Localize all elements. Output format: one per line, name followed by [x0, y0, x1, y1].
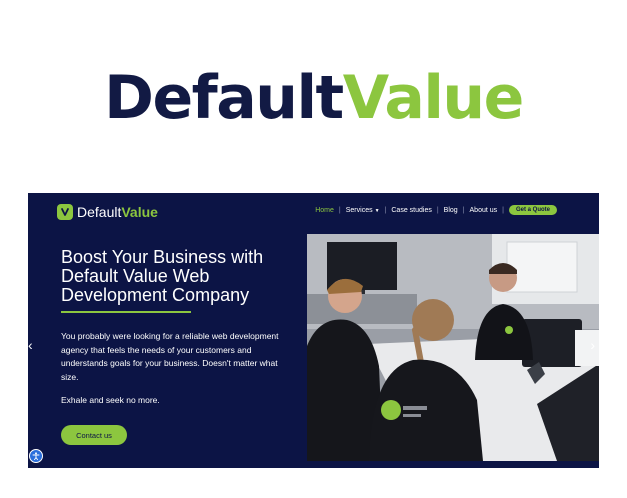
logo-mark-icon: [57, 204, 73, 220]
nav-case-studies[interactable]: Case studies: [391, 207, 431, 214]
site-logo-text: DefaultValue: [77, 204, 158, 220]
site-logo-part1: Default: [77, 204, 122, 220]
nav-about-us[interactable]: About us: [470, 207, 498, 214]
default-value-logo: DefaultValue: [0, 62, 627, 134]
nav-home[interactable]: Home: [315, 207, 334, 214]
hero-tagline: Exhale and seek no more.: [61, 395, 160, 405]
hero-team-photo: [307, 234, 599, 461]
nav-services[interactable]: Services ▼: [346, 207, 380, 214]
main-nav: Home | Services ▼ | Case studies | Blog |…: [315, 205, 557, 215]
nav-separator: |: [502, 206, 504, 214]
nav-services-label: Services: [345, 206, 373, 214]
accessibility-icon[interactable]: [29, 449, 43, 463]
nav-separator: |: [384, 206, 387, 214]
logo-word-value: Value: [342, 63, 525, 133]
nav-blog[interactable]: Blog: [444, 207, 458, 214]
nav-separator: |: [436, 206, 439, 214]
contact-us-button[interactable]: Contact us: [61, 425, 127, 445]
team-photo-illustration: [307, 234, 599, 461]
chevron-right-icon[interactable]: ›: [590, 338, 595, 352]
hero-title-underline: [61, 311, 191, 313]
logo-word-default: Default: [104, 63, 344, 133]
website-screenshot: DefaultValue Home | Services ▼ | Case stu…: [28, 193, 599, 468]
nav-separator: |: [462, 206, 465, 214]
get-a-quote-button[interactable]: Get a Quote: [508, 205, 557, 215]
site-logo[interactable]: DefaultValue: [57, 204, 158, 220]
nav-separator: |: [338, 206, 341, 214]
chevron-left-icon[interactable]: ‹: [28, 338, 33, 352]
hero-description: You probably were looking for a reliable…: [61, 331, 279, 382]
hero-title: Boost Your Business with Default Value W…: [61, 247, 264, 305]
chevron-down-icon: ▼: [374, 207, 380, 214]
site-logo-part2: Value: [121, 204, 158, 220]
